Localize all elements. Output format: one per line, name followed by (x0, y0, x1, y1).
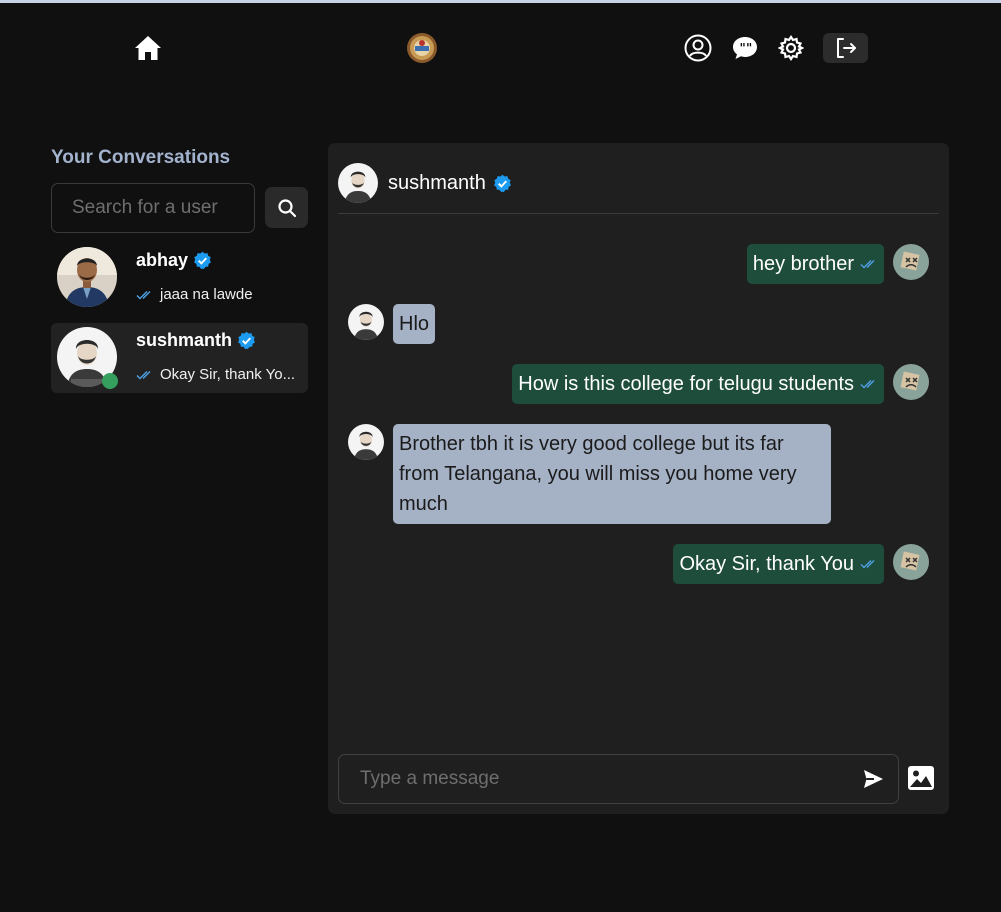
double-check-icon (136, 290, 151, 300)
verified-badge-icon (238, 331, 255, 350)
outgoing-message: hey brother (746, 244, 884, 284)
conversation-name: abhay (136, 250, 212, 271)
my-avatar (893, 544, 929, 580)
double-check-icon (860, 559, 875, 569)
avatar (57, 247, 117, 307)
double-check-icon (860, 379, 875, 389)
online-status-dot (102, 373, 118, 389)
my-avatar (893, 364, 929, 400)
chat-header-name: sushmanth (388, 172, 512, 195)
last-message-preview: jaaa na lawde (136, 286, 253, 303)
svg-text:": " (740, 41, 746, 55)
incoming-message: Hlo (393, 304, 436, 344)
contact-avatar (348, 304, 384, 340)
window-top-border (0, 0, 1001, 3)
logout-icon[interactable] (823, 33, 868, 63)
user-circle-icon[interactable] (683, 33, 713, 63)
double-check-icon (136, 370, 151, 380)
verified-badge-icon (194, 251, 211, 270)
chat-panel: sushmanth hey brother Hlo How is this co… (328, 143, 949, 814)
outgoing-message: Okay Sir, thank You (673, 544, 884, 584)
double-check-icon (860, 259, 875, 269)
last-message-preview: Okay Sir, thank Yo... (136, 366, 295, 383)
image-upload-icon[interactable] (907, 765, 935, 793)
my-avatar (893, 244, 929, 280)
message-input[interactable] (339, 755, 881, 803)
college-logo[interactable] (406, 32, 438, 64)
send-icon[interactable] (862, 768, 886, 792)
contact-avatar (348, 424, 384, 460)
incoming-message: Brother tbh it is very good college but … (393, 424, 831, 524)
chat-header-divider (338, 213, 939, 214)
conversation-item-abhay[interactable]: abhay jaaa na lawde (51, 243, 308, 313)
home-icon[interactable] (133, 33, 163, 63)
message-input-wrapper (338, 754, 899, 804)
search-button[interactable] (265, 187, 308, 228)
svg-text:": " (746, 41, 752, 55)
verified-badge-icon (493, 174, 511, 193)
search-user-input[interactable] (51, 183, 255, 233)
conversations-title: Your Conversations (51, 147, 231, 168)
chat-header-avatar (338, 163, 378, 203)
outgoing-message: How is this college for telugu students (512, 364, 884, 404)
search-icon (277, 198, 296, 217)
gear-icon[interactable] (776, 33, 806, 63)
chat-bubbles-icon[interactable]: " " (730, 33, 760, 63)
conversation-item-sushmanth[interactable]: sushmanth Okay Sir, thank Yo... (51, 323, 308, 393)
conversation-name: sushmanth (136, 330, 256, 351)
